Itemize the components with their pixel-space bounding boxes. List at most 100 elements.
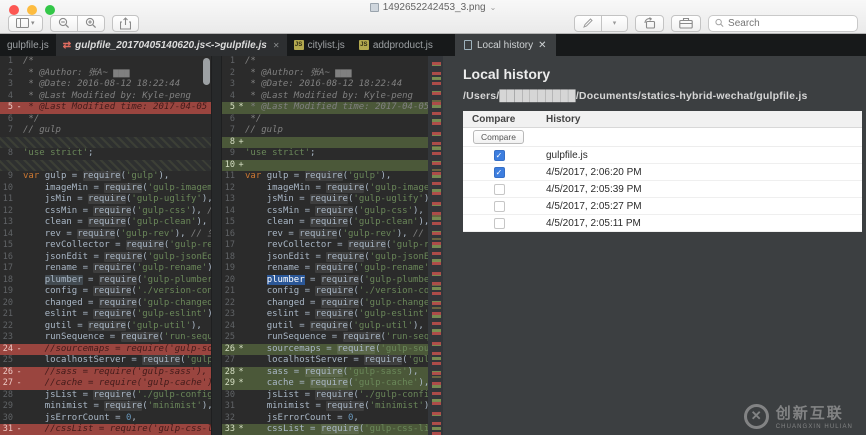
code-line: 3 * @Date: 2016-08-12 18:22:44 [222, 79, 428, 91]
close-tab-icon[interactable]: ✕ [273, 41, 280, 50]
compare-checkbox[interactable]: ✓ [494, 167, 505, 178]
line-number: 20 [0, 298, 15, 310]
code-line: 20 changed = require('gulp-changed'), [0, 298, 211, 310]
code-line: 8'use strict'; [0, 148, 211, 160]
code-line: 27- //cache = require('gulp-cache'), [0, 378, 211, 390]
markup-toolbox-button[interactable] [671, 15, 701, 32]
diff-marker [237, 194, 245, 206]
diff-marker [237, 68, 245, 80]
zoom-out-button[interactable] [50, 15, 78, 32]
tab-gulpfile[interactable]: gulpfile.js [0, 34, 56, 56]
line-number: 11 [0, 194, 15, 206]
line-number: 22 [0, 321, 15, 333]
compare-checkbox[interactable]: ✓ [494, 150, 505, 161]
close-window-button[interactable] [9, 5, 19, 15]
compare-checkbox[interactable] [494, 184, 505, 195]
code-text: revCollector = require('gulp-rev-col [245, 240, 428, 252]
line-number: 29 [0, 401, 15, 413]
diff-marker [237, 321, 245, 333]
code-text: imageMin = require('gulp-imagemin'), [23, 183, 211, 195]
markup-dropdown-button[interactable]: ▾ [602, 15, 628, 32]
table-row[interactable]: 4/5/2017, 2:05:11 PM [463, 215, 862, 232]
code-text: //cache = require('gulp-cache'), [23, 378, 211, 390]
code-line: 28* sass = require('gulp-sass'), [222, 367, 428, 379]
code-line: 23 runSequence = require('run-sequence' [0, 332, 211, 344]
view-options-button[interactable]: ▾ [8, 15, 43, 32]
code-text: sass = require('gulp-sass'), [245, 367, 428, 379]
scrollbar-thumb[interactable] [203, 58, 210, 85]
code-line: 9var gulp = require('gulp'), [0, 171, 211, 183]
compare-button[interactable]: Compare [473, 130, 524, 144]
code-line: 32 jsErrorCount = 0, [222, 413, 428, 425]
line-number: 31 [222, 401, 237, 413]
line-number: 12 [222, 183, 237, 195]
code-line: 30 jsErrorCount = 0, [0, 413, 211, 425]
code-line: 12 cssMin = require('gulp-css'), // css [0, 206, 211, 218]
code-line: 20 plumber = require('gulp-plumber'), [222, 275, 428, 287]
close-tab-icon[interactable]: ✕ [538, 40, 546, 51]
search-icon [715, 18, 724, 28]
diff-marker: * [237, 367, 245, 379]
table-header-row: Compare History [463, 111, 862, 128]
error-stripe-marks [432, 56, 441, 435]
diff-marker [237, 240, 245, 252]
code-line: 21 config = require('./version-config'), [222, 286, 428, 298]
line-number: 1 [222, 56, 237, 68]
line-number: 30 [0, 413, 15, 425]
code-text: /* [245, 56, 428, 68]
tab-label: gulpfile_20170405140620.js<->gulpfile.js [75, 40, 267, 51]
table-row[interactable]: 4/5/2017, 2:05:27 PM [463, 198, 862, 215]
code-text: rev = require('gulp-rev'), // 生成MD5 [245, 229, 428, 241]
share-button[interactable] [112, 15, 139, 32]
line-number: 4 [222, 91, 237, 103]
line-number: 4 [0, 91, 15, 103]
code-line: 18 plumber = require('gulp-plumber'), [0, 275, 211, 287]
tab-addproduct[interactable]: JS addproduct.js [352, 34, 440, 56]
code-text: 'use strict'; [245, 148, 428, 160]
code-text: /* [23, 56, 211, 68]
diff-marker [15, 68, 23, 80]
line-number: 14 [222, 206, 237, 218]
tab-local-history[interactable]: Local history ✕ [455, 34, 556, 56]
compare-checkbox[interactable] [494, 201, 505, 212]
minimize-window-button[interactable] [27, 5, 37, 15]
error-stripe[interactable] [428, 56, 443, 435]
diff-marker [15, 401, 23, 413]
code-line: 5- * @Last Modified time: 2017-04-05 14:… [0, 102, 211, 114]
table-row[interactable]: 4/5/2017, 2:05:39 PM [463, 181, 862, 198]
table-row[interactable]: ✓ gulpfile.js [463, 147, 862, 164]
diff-panel-old[interactable]: 1/*2 * @Author: 张A~ ▆▆▆3 * @Date: 2016-0… [0, 56, 211, 435]
diff-marker [237, 263, 245, 275]
rotate-button[interactable] [635, 15, 664, 32]
diff-marker: + [237, 137, 245, 149]
code-line: 14 rev = require('gulp-rev'), // 生成MD5 [0, 229, 211, 241]
search-box[interactable] [708, 15, 858, 32]
diff-panel-new[interactable]: 1/*2 * @Author: 张A~ ▆▆▆3 * @Date: 2016-0… [222, 56, 428, 435]
history-table: Compare History Compare ✓ gulpfile.js ✓ … [463, 111, 862, 232]
search-input[interactable] [728, 18, 851, 29]
tab-citylist[interactable]: JS citylist.js [287, 34, 352, 56]
title-chevron-icon[interactable]: ⌄ [490, 3, 497, 12]
diff-marker [237, 401, 245, 413]
diff-gap-row [0, 160, 211, 172]
code-text: // gulp [23, 125, 211, 137]
code-line: 10+ [222, 160, 428, 172]
line-number: 25 [222, 332, 237, 344]
tab-diff-gulpfile[interactable]: ⇄ gulpfile_20170405140620.js<->gulpfile.… [56, 34, 287, 56]
zoom-in-button[interactable] [78, 15, 105, 32]
code-text: runSequence = require('run-sequence' [245, 332, 428, 344]
diff-marker [237, 171, 245, 183]
code-line: 22 changed = require('gulp-changed'), [222, 298, 428, 310]
table-row[interactable]: ✓ 4/5/2017, 2:06:20 PM [463, 164, 862, 181]
line-number: 13 [222, 194, 237, 206]
compare-checkbox[interactable] [494, 218, 505, 229]
line-number: 31 [0, 424, 15, 435]
code-line: 15 revCollector = require('gulp-rev-col [0, 240, 211, 252]
diff-marker [15, 217, 23, 229]
code-text: runSequence = require('run-sequence' [23, 332, 211, 344]
history-entry-label: gulpfile.js [535, 150, 588, 161]
table-filter-row: Compare [463, 128, 862, 147]
zoom-window-button[interactable] [45, 5, 55, 15]
diff-marker [237, 413, 245, 425]
markup-pencil-button[interactable] [574, 15, 602, 32]
